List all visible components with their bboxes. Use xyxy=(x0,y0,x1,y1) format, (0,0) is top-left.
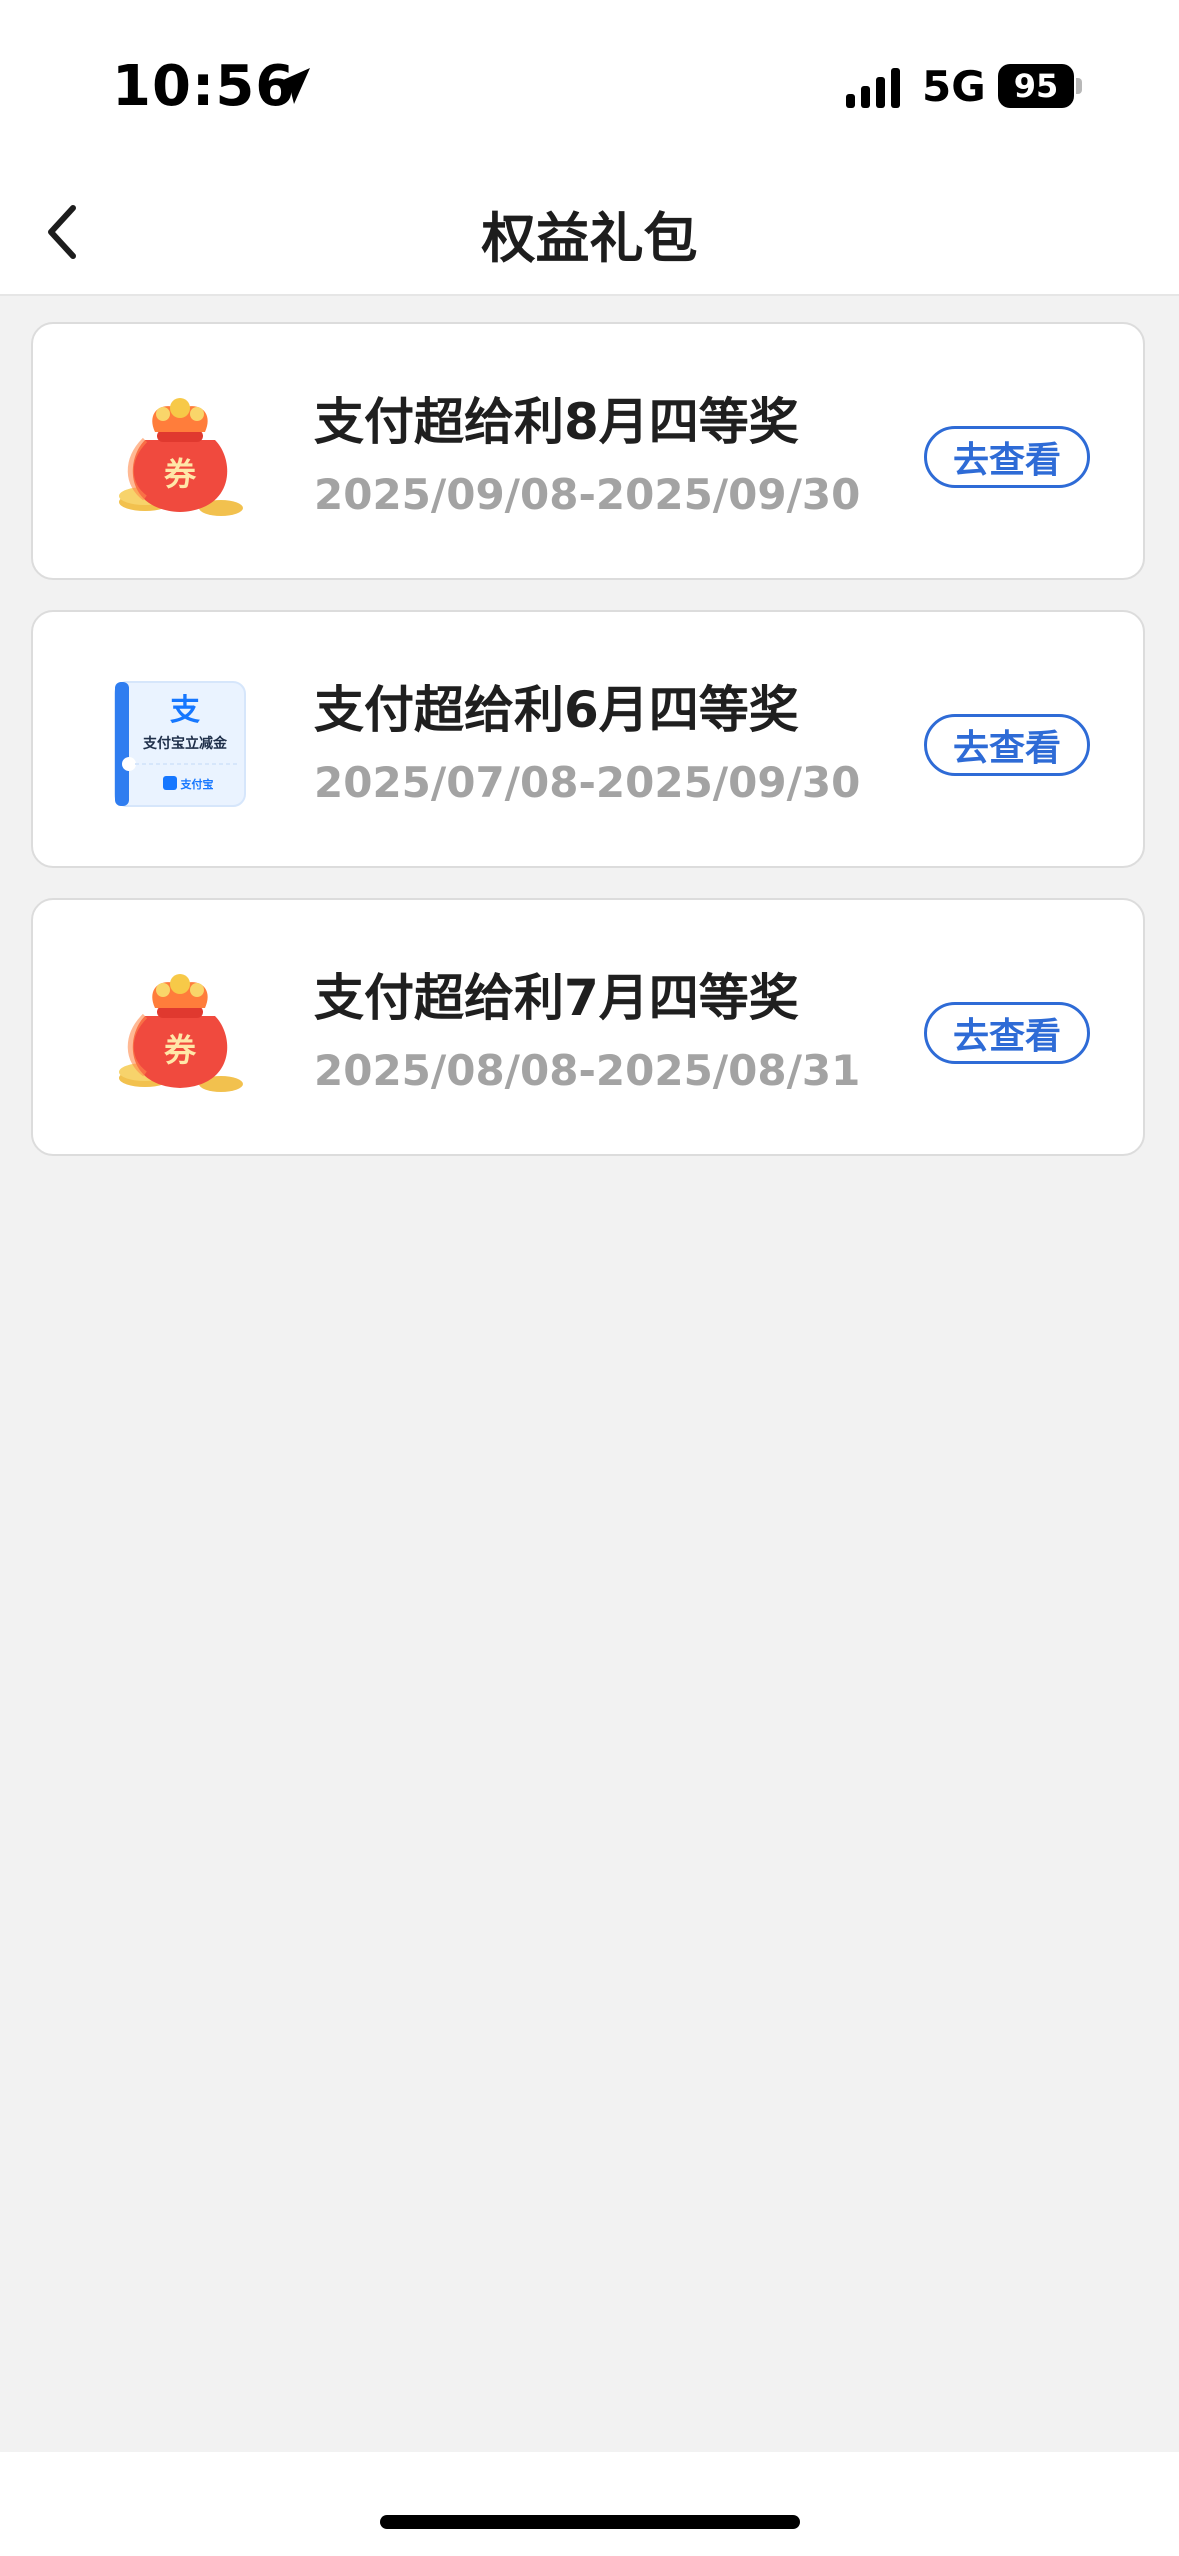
signal-strength-icon xyxy=(846,68,900,108)
reward-card[interactable]: 券 支付超给利8月四等奖 2025/09/08-2025/09/30 去查看 xyxy=(31,322,1145,580)
nav-bar: 权益礼包 xyxy=(0,170,1179,296)
red-coupon-bag-icon: 券 xyxy=(119,974,243,1092)
voucher-brand: 支付宝 xyxy=(180,777,214,791)
reward-date-range: 2025/09/08-2025/09/30 xyxy=(314,470,861,519)
red-coupon-bag-icon: 券 xyxy=(119,398,243,516)
page-title: 权益礼包 xyxy=(481,207,698,270)
alipay-discount-voucher-icon: 支 支付宝立减金 支付宝 xyxy=(114,681,246,807)
voucher-text: 支付宝立减金 xyxy=(142,735,228,752)
reward-title: 支付超给利8月四等奖 xyxy=(314,393,799,451)
home-indicator[interactable] xyxy=(380,2515,800,2529)
reward-title: 支付超给利6月四等奖 xyxy=(314,681,799,739)
coupon-char: 券 xyxy=(164,455,197,493)
battery-level: 95 xyxy=(1013,67,1059,105)
reward-card[interactable]: 券 支付超给利7月四等奖 2025/08/08-2025/08/31 去查看 xyxy=(31,898,1145,1156)
view-button[interactable]: 去查看 xyxy=(924,1002,1090,1064)
network-type: 5G xyxy=(922,62,986,111)
battery-icon: 95 xyxy=(998,64,1074,108)
reward-date-range: 2025/08/08-2025/08/31 xyxy=(314,1046,861,1095)
reward-date-range: 2025/07/08-2025/09/30 xyxy=(314,758,861,807)
view-button[interactable]: 去查看 xyxy=(924,714,1090,776)
battery-tip xyxy=(1076,78,1082,94)
reward-card[interactable]: 支 支付宝立减金 支付宝 支付超给利6月四等奖 2025/07/08-2025/… xyxy=(31,610,1145,868)
bottom-safe-area xyxy=(0,2452,1179,2556)
svg-text:支: 支 xyxy=(170,693,200,728)
view-button[interactable]: 去查看 xyxy=(924,426,1090,488)
location-arrow-icon xyxy=(274,68,310,104)
coupon-char: 券 xyxy=(164,1031,197,1069)
reward-title: 支付超给利7月四等奖 xyxy=(314,969,799,1027)
status-bar: 10:56 5G 95 xyxy=(0,0,1179,170)
